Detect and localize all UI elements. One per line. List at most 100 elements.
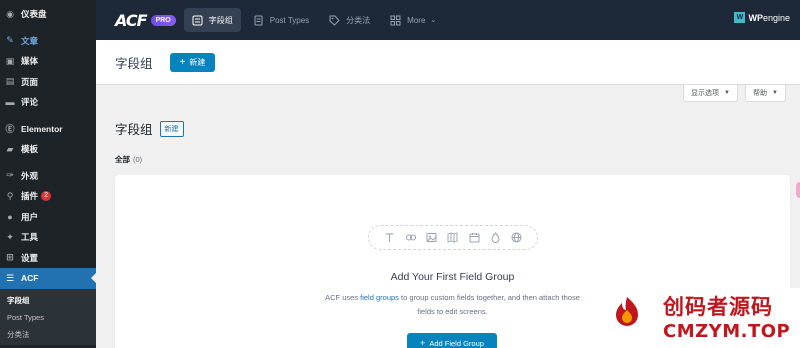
sidebar-item-templates[interactable]: ▰ 模板: [0, 139, 96, 160]
page-title: 字段组: [115, 123, 153, 137]
sidebar-item-comments[interactable]: ▬ 评论: [0, 92, 96, 113]
map-icon: [447, 232, 459, 244]
tab-label: More: [407, 15, 426, 25]
help-toggle[interactable]: 帮助 ▼: [745, 85, 786, 102]
plus-icon: +: [420, 338, 426, 348]
folder-icon: ▰: [6, 143, 14, 154]
update-count-badge: 2: [41, 191, 52, 202]
sidebar-item-label: Elementor: [21, 123, 63, 134]
drop-icon: [489, 232, 501, 244]
sidebar-item-label: 媒体: [21, 56, 39, 67]
media-icon: ▣: [5, 55, 15, 66]
acf-logo-text: ACF: [115, 10, 148, 30]
wpengine-engine-text: engine: [762, 12, 790, 23]
page-header: 字段组 + 新建: [96, 40, 800, 85]
desc-text-pre: ACF uses: [325, 293, 361, 302]
sidebar-item-label: 插件: [21, 191, 39, 202]
scroll-indicator: [796, 182, 800, 198]
user-icon: ●: [7, 211, 13, 222]
sidebar-item-acf[interactable]: ☰ ACF: [0, 268, 96, 289]
sidebar-item-label: 模板: [21, 144, 39, 155]
empty-state-title: Add Your First Field Group: [390, 271, 515, 283]
tab-post-types[interactable]: Post Types: [245, 8, 317, 32]
acf-icon: ☰: [5, 272, 15, 283]
grid-icon: [390, 15, 401, 26]
filter-all-link[interactable]: 全部: [115, 155, 130, 164]
plus-icon: +: [179, 56, 186, 68]
sidebar-item-label: 设置: [21, 252, 39, 263]
tab-more[interactable]: More ⌄: [382, 8, 444, 32]
status-filter: 全部 (0): [115, 154, 142, 165]
sidebar-item-plugins[interactable]: ⚲ 插件 2: [0, 186, 96, 207]
sidebar-item-elementor[interactable]: Ⓔ Elementor: [0, 119, 96, 140]
tab-label: 分类法: [346, 15, 371, 25]
desc-text-post: to group custom fields together, and the…: [398, 293, 580, 316]
acf-submenu: 字段组 Post Types 分类法: [0, 288, 96, 345]
watermark-logo-icon: [616, 297, 638, 326]
tab-label: 字段组: [208, 15, 233, 25]
brush-icon: ✑: [6, 170, 14, 181]
pro-badge: PRO: [150, 14, 176, 26]
sidebar-item-tools[interactable]: ✦ 工具: [0, 227, 96, 248]
sidebar-item-dashboard[interactable]: ◉ 仪表盘: [0, 4, 96, 25]
page-icon: ▤: [5, 76, 15, 87]
sidebar-item-label: 页面: [21, 76, 39, 87]
empty-state-description: ACF uses field groups to group custom fi…: [325, 291, 580, 319]
sidebar-item-label: 工具: [21, 232, 39, 243]
sidebar-item-label: 文章: [21, 35, 39, 46]
sidebar-item-label: ACF: [21, 273, 39, 284]
chevron-down-icon: ⌄: [430, 17, 437, 24]
sidebar-item-pages[interactable]: ▤ 页面: [0, 72, 96, 93]
filter-count: (0): [133, 155, 143, 164]
pin-icon: ✎: [6, 35, 14, 46]
screen-options-label: 显示选项: [691, 90, 719, 97]
caret-down-icon: ▼: [724, 90, 730, 96]
calendar-icon: [468, 232, 480, 244]
link-icon: [405, 232, 417, 244]
admin-sidebar: ◉ 仪表盘 ✎ 文章 ▣ 媒体 ▤ 页面 ▬ 评论 Ⓔ Elementor ▰ …: [0, 0, 96, 348]
submenu-item-field-groups[interactable]: 字段组: [0, 292, 96, 309]
field-type-icons: [368, 225, 538, 250]
sidebar-item-label: 评论: [21, 97, 39, 108]
plugin-icon: ⚲: [6, 190, 14, 201]
wpengine-wp-text: WP: [748, 12, 763, 23]
sidebar-item-settings[interactable]: ⊞ 设置: [0, 248, 96, 269]
field-groups-link[interactable]: field groups: [360, 293, 399, 302]
field-groups-icon: [192, 15, 203, 26]
wpengine-logo[interactable]: W WP engine: [734, 12, 790, 23]
submenu-item-post-types[interactable]: Post Types: [0, 309, 96, 326]
watermark: 创码者源码 CMZYM.TOP: [585, 288, 800, 348]
header-new-button[interactable]: + 新建: [169, 52, 216, 72]
page-title-row: 字段组 新建: [115, 119, 184, 138]
sidebar-item-label: 用户: [21, 211, 39, 222]
add-field-group-button[interactable]: + Add Field Group: [407, 333, 497, 348]
sidebar-item-appearance[interactable]: ✑ 外观: [0, 166, 96, 187]
screen-options-toggle[interactable]: 显示选项 ▼: [683, 85, 738, 102]
sidebar-item-media[interactable]: ▣ 媒体: [0, 51, 96, 72]
acf-top-bar: ACF PRO 字段组 Post Types 分类法 More ⌄ W WP en…: [96, 0, 800, 40]
dashboard-icon: ◉: [6, 8, 14, 19]
wpengine-mark-icon: W: [734, 12, 746, 23]
add-new-button[interactable]: 新建: [159, 120, 184, 137]
submenu-item-taxonomies[interactable]: 分类法: [0, 326, 96, 343]
text-icon: [384, 232, 396, 244]
tab-taxonomies[interactable]: 分类法: [321, 8, 378, 32]
sidebar-item-label: 外观: [21, 170, 39, 181]
tab-label: Post Types: [269, 15, 310, 25]
button-label: 新建: [189, 57, 206, 67]
settings-icon: ⊞: [6, 252, 14, 263]
image-icon: [426, 232, 438, 244]
tab-field-groups[interactable]: 字段组: [183, 8, 241, 32]
tag-icon: [329, 15, 340, 26]
post-types-icon: [253, 15, 264, 26]
acf-logo[interactable]: ACF PRO: [115, 11, 176, 30]
sidebar-item-posts[interactable]: ✎ 文章: [0, 31, 96, 52]
watermark-cn-text: 创码者源码: [663, 295, 773, 319]
watermark-en-text: CMZYM.TOP: [663, 321, 791, 342]
header-title: 字段组: [115, 56, 153, 71]
comment-icon: ▬: [5, 97, 15, 108]
help-label: 帮助: [753, 90, 767, 97]
sidebar-item-label: 仪表盘: [21, 9, 47, 20]
sidebar-item-users[interactable]: ● 用户: [0, 207, 96, 228]
caret-down-icon: ▼: [772, 90, 778, 96]
